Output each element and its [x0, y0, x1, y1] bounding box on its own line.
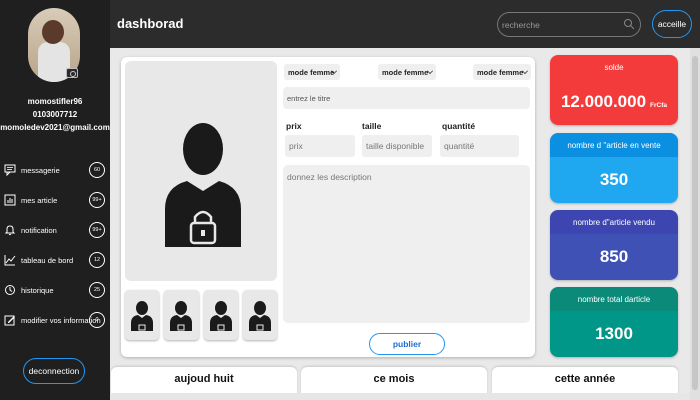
stat-label: solde [550, 55, 678, 79]
count-badge: 12 [89, 252, 105, 268]
sidebar-item-label: mes article [21, 195, 58, 205]
history-icon [5, 285, 15, 295]
stat-card-articles-en-vente: nombre d ''article en vente 350 [550, 133, 678, 203]
sidebar-item-modifier-vos-information[interactable]: modifier vos information 0 [0, 305, 110, 335]
sidebar-menu: messagerie 60 mes article 99+ notificati… [0, 155, 110, 335]
sidebar-item-notification[interactable]: notification 99+ [0, 215, 110, 245]
sidebar-item-messagerie[interactable]: messagerie 60 [0, 155, 110, 185]
camera-icon[interactable] [66, 68, 78, 78]
sidebar-item-historique[interactable]: historique 25 [0, 275, 110, 305]
count-badge: 60 [89, 162, 105, 178]
topbar: dashborad acceille [110, 0, 700, 48]
thumbnail-list [125, 290, 277, 342]
thumbnail-placeholder[interactable] [203, 290, 238, 340]
page-title: dashborad [117, 16, 184, 31]
sidebar-item-label: historique [21, 285, 54, 295]
stat-card-total-articles: nombre total darticle 1300 [550, 287, 678, 357]
stat-card-articles-vendus: nombre d"article vendu 850 [550, 210, 678, 280]
description-textarea[interactable]: donnez les description [283, 165, 530, 323]
scrollbar-thumb[interactable] [692, 56, 698, 390]
avatar[interactable] [28, 8, 80, 82]
phone-number: 0103007712 [32, 110, 78, 119]
logout-button[interactable]: deconnection [23, 358, 85, 384]
publish-button[interactable]: publier [369, 333, 445, 355]
search-input[interactable] [502, 17, 620, 33]
select-value: mode femme [477, 67, 524, 77]
sidebar: momostifler96 0103007712 momoledev2021@g… [0, 0, 110, 400]
search-box[interactable] [497, 12, 641, 37]
sidebar-item-tableau-de-bord[interactable]: tableau de bord 12 [0, 245, 110, 275]
price-input[interactable]: prix [285, 135, 355, 157]
chart-icon [4, 255, 16, 266]
price-label: prix [286, 121, 302, 131]
select-value: mode femme [288, 67, 335, 77]
sidebar-item-label: messagerie [21, 165, 60, 175]
user-lock-icon [131, 301, 154, 331]
message-icon [4, 164, 16, 176]
sidebar-item-label: notification [21, 225, 57, 235]
count-badge: 99+ [89, 192, 105, 208]
thumbnail-placeholder[interactable] [164, 290, 199, 340]
stat-label: nombre total darticle [550, 287, 678, 311]
bell-icon [4, 225, 16, 236]
article-form-card: mode femme mode femme mode femme entrez … [121, 57, 535, 357]
title-input[interactable]: entrez le titre [283, 87, 530, 109]
count-badge: 25 [89, 282, 105, 298]
size-label: taille [362, 121, 382, 131]
category-select-2[interactable]: mode femme [378, 64, 436, 80]
sidebar-item-label: tableau de bord [21, 255, 74, 265]
stat-label: nombre d ''article en vente [550, 133, 678, 157]
home-button[interactable]: acceille [652, 10, 692, 38]
stat-value: 850 [550, 234, 678, 280]
count-badge: 0 [89, 312, 105, 328]
size-input[interactable]: taille disponible [362, 135, 432, 157]
stat-label: nombre d"article vendu [550, 210, 678, 234]
main-photo-placeholder[interactable] [125, 61, 277, 281]
stat-value-wrap: 12.000.000 FrCfa [550, 79, 678, 125]
stat-value: 12.000.000 [560, 92, 647, 111]
email: momoledev2021@gmail.com [0, 123, 110, 132]
user-lock-icon [248, 301, 271, 331]
category-select-1[interactable]: mode femme [284, 64, 340, 80]
user-lock-icon [170, 301, 193, 331]
count-badge: 99+ [89, 222, 105, 238]
stat-value: 1300 [550, 311, 678, 357]
user-lock-icon [165, 123, 241, 247]
currency-unit: FrCfa [650, 101, 668, 109]
edit-icon [4, 315, 15, 326]
profile-info: momostifler96 0103007712 momoledev2021@g… [0, 95, 110, 134]
stat-card-solde: solde 12.000.000 FrCfa [550, 55, 678, 125]
search-icon[interactable] [623, 18, 635, 30]
thumbnail-placeholder[interactable] [242, 290, 277, 340]
user-lock-icon [209, 301, 232, 331]
article-icon [4, 194, 16, 206]
quantity-label: quantité [442, 121, 476, 131]
sidebar-item-mes-article[interactable]: mes article 99+ [0, 185, 110, 215]
select-value: mode femme [382, 67, 429, 77]
thumbnail-placeholder[interactable] [125, 290, 160, 340]
stat-value: 350 [550, 157, 678, 203]
horizontal-scrollbar[interactable] [110, 393, 690, 400]
vertical-scrollbar[interactable] [690, 48, 700, 400]
category-select-3[interactable]: mode femme [473, 64, 531, 80]
username: momostifler96 [27, 97, 83, 106]
quantity-input[interactable]: quantité [440, 135, 519, 157]
